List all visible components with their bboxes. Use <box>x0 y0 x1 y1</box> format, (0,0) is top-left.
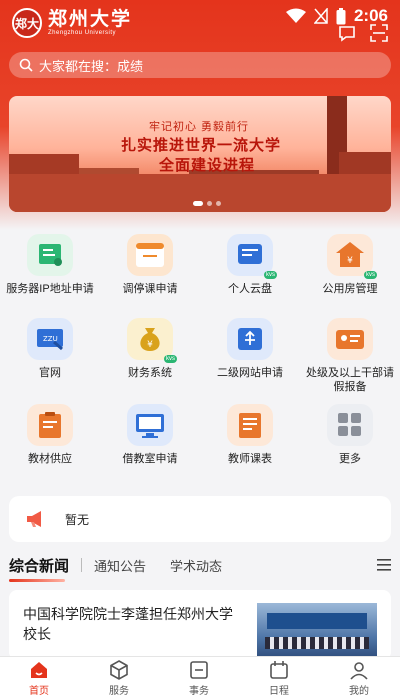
search-icon <box>19 58 33 72</box>
service-item[interactable]: ¥ kvs 财务系统 <box>100 318 200 380</box>
task-icon <box>190 661 208 679</box>
thumbnail-people <box>265 637 369 649</box>
service-label: 教师课表 <box>228 453 272 465</box>
service-badge: kvs <box>264 271 277 279</box>
no-signal-icon <box>313 8 328 24</box>
id-card-icon <box>327 318 373 360</box>
carousel-dot-active <box>193 201 203 206</box>
news-title: 中国科学院院士李蓬担任郑州大学校长 <box>23 606 233 642</box>
service-label: 二级网站申请 <box>217 367 283 379</box>
service-item[interactable]: 教师课表 <box>200 404 300 466</box>
header-actions <box>338 24 388 42</box>
grid-more-icon <box>327 404 373 446</box>
home-icon <box>31 662 47 678</box>
monitor-icon <box>127 404 173 446</box>
megaphone-icon <box>27 511 41 527</box>
svg-text:¥: ¥ <box>147 340 153 350</box>
news-thumbnail <box>257 603 377 660</box>
service-label: 教材供应 <box>28 453 72 465</box>
service-label: 个人云盘 <box>228 283 272 295</box>
notice-bar[interactable]: 暂无 <box>9 496 391 542</box>
news-card[interactable]: 中国科学院院士李蓬担任郑州大学校长 <box>9 590 391 660</box>
service-label: 公用房管理 <box>322 283 378 295</box>
menu-icon[interactable] <box>377 559 391 571</box>
search-bar[interactable]: 大家都在搜： 成绩 <box>9 52 391 78</box>
house-icon: ¥ kvs <box>327 234 377 279</box>
calendar-icon <box>270 661 288 679</box>
tabbar-label: 事务 <box>189 686 209 697</box>
service-item[interactable]: kvs 个人云盘 <box>200 234 300 296</box>
news-tabs: 综合新闻 通知公告 学术动态 <box>9 553 391 582</box>
tabbar-item[interactable]: 首页 <box>4 659 74 697</box>
tab-academic[interactable]: 学术动态 <box>170 556 222 575</box>
service-item[interactable]: ¥ kvs 公用房管理 <box>300 234 400 296</box>
notice-text: 暂无 <box>65 512 90 527</box>
tabbar-item[interactable]: 我的 <box>324 659 394 697</box>
tabbar-label: 我的 <box>349 686 369 697</box>
search-prefix: 大家都在搜： <box>39 58 118 74</box>
service-item[interactable]: 二级网站申请 <box>200 318 300 380</box>
service-badge: kvs <box>164 355 177 363</box>
tabbar-item[interactable]: 服务 <box>84 659 154 697</box>
service-item[interactable]: 服务器IP地址申请 <box>0 234 100 296</box>
service-label: 官网 <box>39 367 61 379</box>
logo-title: 郑州大学 <box>48 8 133 30</box>
service-label: 服务器IP地址申请 <box>6 283 94 295</box>
logo-subtitle: Zhengzhou University <box>48 30 117 36</box>
university-logo: 郑大 郑州大学 Zhengzhou University <box>12 8 132 38</box>
banner-ground <box>9 174 391 212</box>
bottom-tabbar: 首页 服务 事务 日程 我的 <box>0 656 400 700</box>
user-icon <box>350 662 368 680</box>
service-label: 调停课申请 <box>122 283 178 295</box>
service-item[interactable]: 调停课申请 <box>100 234 200 296</box>
university-seal-icon: 郑大 <box>12 8 42 38</box>
message-icon[interactable] <box>338 24 356 42</box>
battery-icon <box>336 7 346 24</box>
service-label: 更多 <box>339 453 361 465</box>
calendar-card-icon <box>127 234 173 276</box>
service-item[interactable]: 借教室申请 <box>100 404 200 466</box>
tabbar-label: 日程 <box>269 686 289 697</box>
usb-icon <box>227 318 273 360</box>
service-item[interactable]: 教材供应 <box>0 404 100 466</box>
carousel-indicator <box>193 201 221 206</box>
tabbar-label: 服务 <box>109 686 129 697</box>
clock: 2:06 <box>353 6 388 25</box>
service-label: 处级及以上干部请假报备 <box>306 367 394 393</box>
scan-icon[interactable] <box>370 24 388 42</box>
carousel-dot <box>207 201 212 206</box>
wifi-icon <box>285 8 306 23</box>
banner-carousel[interactable]: 牢记初心 勇毅前行 扎实推进世界一流大学 全面建设进程 <box>9 96 391 212</box>
banner-slogan-small: 牢记初心 勇毅前行 <box>149 121 250 133</box>
carousel-dot <box>216 201 221 206</box>
banner-slogan-line2: 全面建设进程 <box>159 157 256 174</box>
service-item[interactable]: 更多 <box>300 404 400 466</box>
service-item[interactable]: ZZU 官网 <box>0 318 100 380</box>
svg-text:¥: ¥ <box>347 256 353 266</box>
certificate-icon <box>27 234 73 276</box>
tabbar-item[interactable]: 事务 <box>164 659 234 697</box>
tab-divider <box>81 558 83 572</box>
service-label: 财务系统 <box>128 367 172 379</box>
service-label: 借教室申请 <box>122 453 178 465</box>
tabbar-item[interactable]: 日程 <box>244 659 314 697</box>
service-item[interactable]: 处级及以上干部请假报备 <box>300 318 400 394</box>
tab-general-news[interactable]: 综合新闻 <box>9 555 69 582</box>
service-badge: kvs <box>364 271 377 279</box>
clipboard-icon <box>27 404 73 446</box>
money-bag-icon: ¥ kvs <box>127 318 177 363</box>
schedule-list-icon <box>227 404 273 446</box>
tab-notices[interactable]: 通知公告 <box>94 556 146 575</box>
banner-slogan-line1: 扎实推进世界一流大学 <box>121 137 282 154</box>
search-keyword: 成绩 <box>117 58 144 74</box>
system-icons: 2:06 <box>285 6 388 26</box>
cube-icon <box>110 660 128 680</box>
cloud-drive-icon: kvs <box>227 234 277 279</box>
thumbnail-stage <box>267 613 367 629</box>
tabbar-label: 首页 <box>29 686 49 697</box>
website-icon: ZZU <box>27 318 73 360</box>
